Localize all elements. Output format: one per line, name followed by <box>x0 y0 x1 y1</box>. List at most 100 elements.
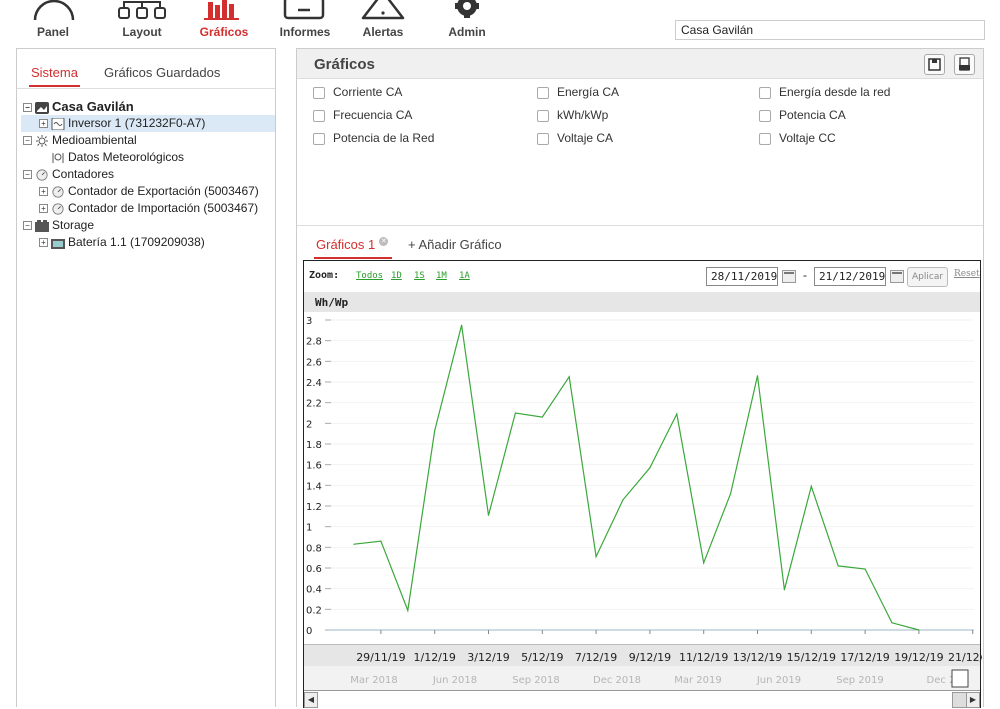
collapse-icon[interactable]: − <box>23 103 32 113</box>
export-button[interactable] <box>954 54 975 75</box>
checkbox-voltaje-ca[interactable]: Voltaje CA <box>537 131 613 145</box>
navigator-label: Sep 2019 <box>836 675 883 686</box>
expand-icon[interactable]: + <box>39 238 48 248</box>
layout-icon <box>118 1 166 19</box>
y-tick-label: 1.4 <box>306 481 322 492</box>
checkbox[interactable] <box>537 109 549 122</box>
expand-icon[interactable]: + <box>39 187 48 197</box>
checkbox-energia-red[interactable]: Energía desde la red <box>759 85 890 99</box>
y-tick-label: 2.8 <box>306 337 322 348</box>
y-tick-label: 0.8 <box>306 543 322 554</box>
tab-sistema[interactable]: Sistema <box>29 65 80 87</box>
nav-label: Panel <box>36 25 69 39</box>
tree-node-battery[interactable]: + Batería 1.1 (1709209038) <box>21 234 275 251</box>
line-chart[interactable]: 0 0.2 0.4 0.6 0.8 1 1.2 1.4 1.6 1.8 2 2.2 2.4 2.6 2.8 3… <box>304 261 982 709</box>
alert-icon <box>361 0 405 20</box>
checkbox[interactable] <box>313 109 325 122</box>
x-tick-label: 1/12/19 <box>413 651 455 664</box>
data-point <box>891 622 893 624</box>
sun-icon <box>36 134 48 147</box>
data-point <box>407 609 409 611</box>
add-graph-button[interactable]: + Añadir Gráfico <box>408 237 502 252</box>
y-tick-label: 2 <box>306 419 312 430</box>
left-tabs: Sistema Gráficos Guardados <box>17 49 275 89</box>
save-button[interactable] <box>924 54 945 75</box>
navigator-label: Dec 2 <box>927 675 956 686</box>
data-point <box>622 499 624 501</box>
tree-node-inverter[interactable]: + Inversor 1 (731232F0-A7) <box>21 115 275 132</box>
data-point <box>676 413 678 415</box>
site-selector[interactable]: Casa Gavilán <box>675 20 985 40</box>
data-point <box>649 467 651 469</box>
navigator-label: Dec 2018 <box>593 675 641 686</box>
expand-icon[interactable]: + <box>39 204 48 214</box>
tree-node-import-meter[interactable]: + Contador de Importación (5003467) <box>21 200 275 217</box>
y-tick-label: 2.2 <box>306 399 322 410</box>
collapse-icon[interactable]: − <box>23 170 32 180</box>
bar-chart-icon <box>204 0 239 20</box>
checkbox-potencia-ca[interactable]: Potencia CA <box>759 108 846 122</box>
checkbox[interactable] <box>313 86 325 99</box>
nav-graficos[interactable]: Gráficos <box>194 0 254 39</box>
x-tick-label: 5/12/19 <box>521 651 563 664</box>
data-point <box>918 629 920 631</box>
tree-node-storage[interactable]: − Storage <box>21 217 275 234</box>
nav-layout[interactable]: Layout <box>115 0 169 39</box>
nav-informes[interactable]: Informes <box>276 0 334 39</box>
tab-graficos-1[interactable]: Gráficos 1 ✕ <box>313 237 393 259</box>
x-tick-label: 21/12/19 <box>948 651 982 664</box>
checkbox-kwh-kwp[interactable]: kWh/kWp <box>537 108 608 122</box>
navigator-label: Jun 2018 <box>432 675 477 686</box>
y-tick-label: 1.2 <box>306 502 322 513</box>
nav-panel[interactable]: Panel <box>26 0 80 39</box>
checkbox[interactable] <box>759 86 771 99</box>
checkbox-energia-ca[interactable]: Energía CA <box>537 85 619 99</box>
x-tick-label: 15/12/19 <box>787 651 836 664</box>
navigator-handle <box>951 669 969 688</box>
checkbox[interactable] <box>759 109 771 122</box>
tab-label: Gráficos 1 <box>316 237 376 252</box>
data-point <box>380 540 382 542</box>
expand-icon[interactable]: + <box>39 119 48 129</box>
checkbox-voltaje-cc[interactable]: Voltaje CC <box>759 131 836 145</box>
collapse-icon[interactable]: − <box>23 221 32 231</box>
data-point <box>595 556 597 558</box>
tree-node-export-meter[interactable]: + Contador de Exportación (5003467) <box>21 183 275 200</box>
tree-node-site[interactable]: − Casa Gavilán <box>21 98 275 115</box>
checkbox-frecuencia-ca[interactable]: Frecuencia CA <box>313 108 412 122</box>
gear-icon <box>455 0 479 18</box>
tree-node-weather[interactable]: Datos Meteorológicos <box>21 149 275 166</box>
checkbox-label: Voltaje CA <box>557 131 614 145</box>
checkbox-potencia-red[interactable]: Potencia de la Red <box>313 131 434 145</box>
x-tick-label: 17/12/19 <box>840 651 889 664</box>
checkbox[interactable] <box>759 132 771 145</box>
y-tick-label: 1 <box>306 523 312 534</box>
checkbox[interactable] <box>313 132 325 145</box>
y-tick-label: 0 <box>306 626 312 637</box>
data-point <box>514 412 516 414</box>
tree-label: Casa Gavilán <box>52 99 134 114</box>
y-tick-label: 0.2 <box>306 605 322 616</box>
tree-label: Inversor 1 (731232F0-A7) <box>68 116 206 130</box>
tree-label: Datos Meteorológicos <box>68 150 185 164</box>
y-tick-label: 1.8 <box>306 440 322 451</box>
chart-container: Zoom: Todos 1D 1S 1M 1A 28/11/2019 - 21/… <box>303 260 982 709</box>
nav-admin[interactable]: Admin <box>440 0 494 39</box>
navigator-label: Sep 2018 <box>512 675 559 686</box>
tab-graficos-guardados[interactable]: Gráficos Guardados <box>104 65 220 80</box>
collapse-icon[interactable]: − <box>23 136 32 146</box>
y-tick-label: 0.6 <box>306 564 322 575</box>
y-tick-label: 3 <box>306 316 312 327</box>
data-point <box>837 565 839 567</box>
data-point <box>783 589 785 591</box>
checkbox[interactable] <box>537 132 549 145</box>
tree-node-environment[interactable]: − Medioambiental <box>21 132 275 149</box>
divider <box>297 225 983 226</box>
save-icon <box>928 58 941 71</box>
checkbox-corriente-ca[interactable]: Corriente CA <box>313 85 402 99</box>
checkbox[interactable] <box>537 86 549 99</box>
close-icon[interactable]: ✕ <box>379 237 389 246</box>
nav-alertas[interactable]: Alertas <box>356 0 410 39</box>
tree-node-meters[interactable]: − Contadores <box>21 166 275 183</box>
tree-label: Storage <box>52 218 95 232</box>
